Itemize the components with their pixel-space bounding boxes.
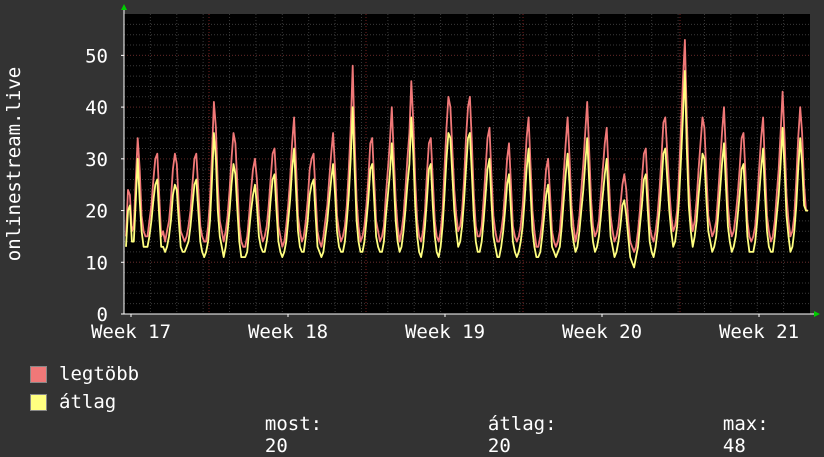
x-tick-label: Week 17 — [91, 321, 171, 343]
max-series-swatch — [30, 366, 47, 383]
x-tick-label: Week 19 — [405, 321, 485, 343]
legend-item-max: legtöbb — [30, 363, 139, 385]
stat-now-label: most: — [264, 413, 323, 435]
y-axis-label: onlinestream.live — [3, 67, 25, 261]
y-axis-arrow — [121, 4, 127, 10]
stat-max: max: 48 — [700, 391, 769, 457]
y-tick-label: 30 — [85, 149, 108, 171]
x-tick-label: Week 20 — [562, 321, 642, 343]
y-tick-labels: 01020304050 — [85, 45, 108, 326]
x-tick-labels: Week 17 Week 18 Week 19 Week 20 Week 21 — [91, 321, 799, 343]
stat-avg-value: 20 — [487, 435, 511, 457]
stat-avg: átlag: 20 — [465, 391, 557, 457]
x-tick-label: Week 21 — [719, 321, 799, 343]
y-tick-label: 50 — [85, 45, 108, 67]
legend-label-avg: átlag — [59, 391, 117, 413]
stat-now-value: 20 — [264, 435, 288, 457]
legend-label-max: legtöbb — [59, 363, 140, 385]
avg-series-swatch — [30, 394, 47, 411]
x-tick-label: Week 18 — [248, 321, 328, 343]
legend-item-avg: átlag — [30, 391, 116, 413]
y-tick-label: 20 — [85, 201, 108, 223]
x-axis-arrow — [814, 311, 820, 317]
stat-now: most: 20 — [242, 391, 322, 457]
y-tick-label: 40 — [85, 97, 108, 119]
stat-max-label: max: — [722, 413, 769, 435]
stat-avg-label: átlag: — [487, 413, 557, 435]
y-tick-label: 10 — [85, 252, 108, 274]
stat-max-value: 48 — [722, 435, 746, 457]
